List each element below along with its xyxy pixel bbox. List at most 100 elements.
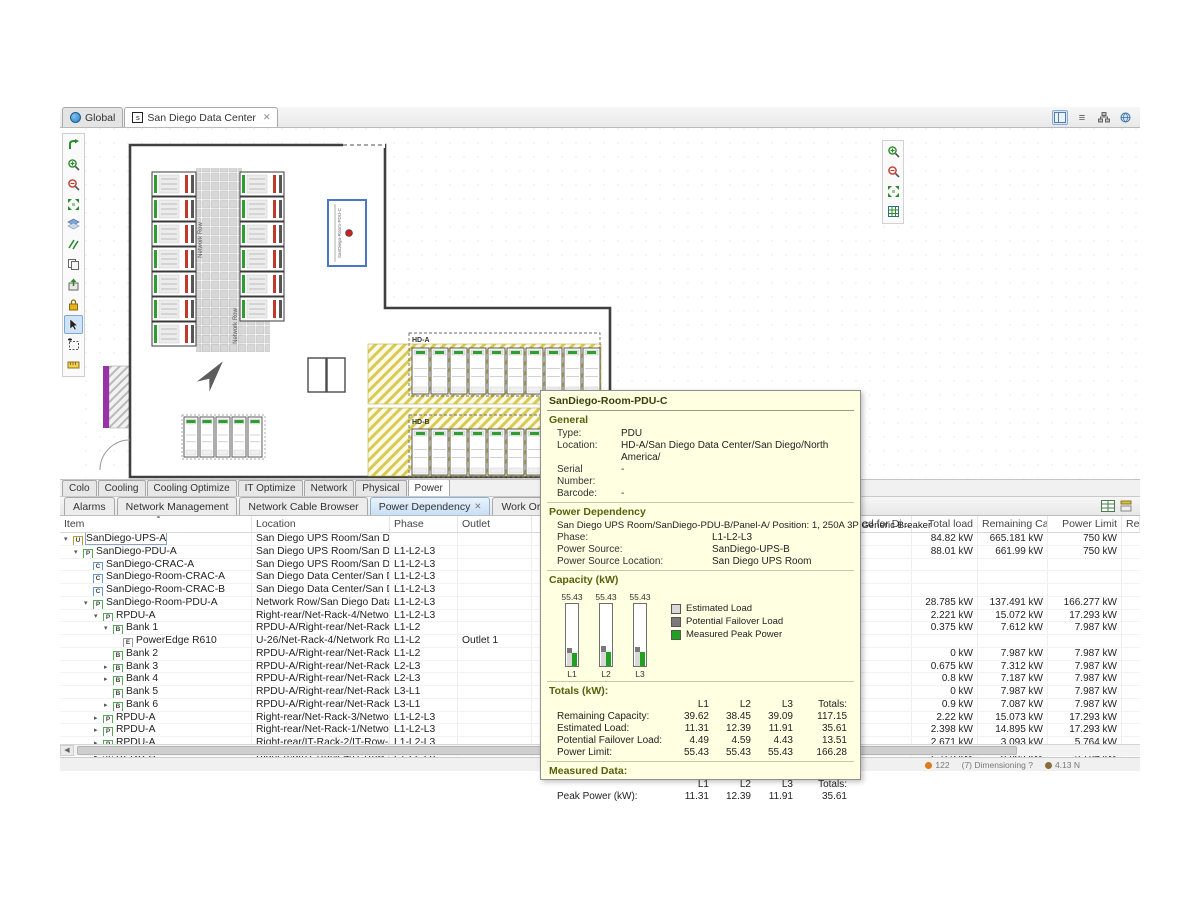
- column-header-location[interactable]: Location: [252, 516, 390, 532]
- tree-expander[interactable]: ▸: [94, 725, 103, 736]
- menu-icon[interactable]: ≡: [1074, 110, 1090, 125]
- close-icon[interactable]: ✕: [474, 501, 481, 512]
- layers-tool-button[interactable]: [64, 215, 83, 234]
- tree-expander[interactable]: ▾: [94, 611, 103, 622]
- column-header-item[interactable]: ▲Item: [60, 516, 252, 532]
- tree-expander[interactable]: ▸: [94, 713, 103, 724]
- column-header-re[interactable]: Re: [1122, 516, 1140, 532]
- power-equipment-unit[interactable]: [564, 348, 581, 394]
- rack[interactable]: [152, 272, 196, 296]
- tree-expander[interactable]: ▸: [104, 700, 113, 711]
- power-equipment-unit[interactable]: [431, 429, 448, 475]
- power-equipment-unit[interactable]: [583, 348, 600, 394]
- power-equipment-unit[interactable]: [184, 417, 198, 457]
- power-equipment-unit[interactable]: [412, 429, 429, 475]
- power-equipment-unit[interactable]: [545, 348, 562, 394]
- power-equipment-unit[interactable]: [248, 417, 262, 457]
- rack[interactable]: [240, 172, 284, 196]
- property-row: Power Source:SanDiego-UPS-B: [549, 544, 852, 556]
- plan-tab-network[interactable]: Network: [304, 480, 355, 496]
- rack[interactable]: [240, 247, 284, 271]
- rack[interactable]: [152, 197, 196, 221]
- power-equipment-unit[interactable]: [507, 348, 524, 394]
- plan-tab-it-optimize[interactable]: IT Optimize: [238, 480, 303, 496]
- column-header-outlet[interactable]: Outlet: [458, 516, 532, 532]
- connections-tool-button[interactable]: [64, 235, 83, 254]
- ruler-tool-button[interactable]: [64, 355, 83, 374]
- fit-to-window-button[interactable]: [884, 182, 903, 201]
- rack[interactable]: [240, 297, 284, 321]
- tree-expander[interactable]: ▾: [74, 547, 83, 558]
- zoom-in-button[interactable]: [884, 142, 903, 161]
- plan-tab-cooling[interactable]: Cooling: [98, 480, 146, 496]
- world-icon[interactable]: [1118, 110, 1134, 125]
- layers-icon: [67, 218, 80, 231]
- tree-expander[interactable]: ▾: [104, 623, 113, 634]
- plan-tab-physical[interactable]: Physical: [355, 480, 406, 496]
- selected-pdu-c[interactable]: SanDiego-Room-PDU-C: [328, 200, 366, 266]
- power-equipment-unit[interactable]: [507, 429, 524, 475]
- tree-expander[interactable]: ▾: [84, 598, 93, 609]
- hierarchy-icon[interactable]: [1096, 110, 1112, 125]
- power-equipment-unit[interactable]: [469, 429, 486, 475]
- panel-tab-network-management[interactable]: Network Management: [117, 497, 238, 515]
- rack[interactable]: [152, 247, 196, 271]
- rack[interactable]: [152, 172, 196, 196]
- rack[interactable]: [240, 222, 284, 246]
- zoom-out-button[interactable]: [884, 162, 903, 181]
- panel-tab-power-dependency[interactable]: Power Dependency✕: [370, 497, 491, 515]
- power-equipment-unit[interactable]: [488, 348, 505, 394]
- zoom-in-tool-button[interactable]: [64, 155, 83, 174]
- marquee-tool-button[interactable]: [64, 335, 83, 354]
- power-equipment-unit[interactable]: [431, 348, 448, 394]
- editor-tab-0[interactable]: Global: [62, 107, 123, 127]
- power-equipment-unit[interactable]: [450, 429, 467, 475]
- power-equipment-unit[interactable]: [216, 417, 230, 457]
- paste-tool-button[interactable]: [64, 275, 83, 294]
- column-header-phase[interactable]: Phase: [390, 516, 458, 532]
- plan-tab-cooling-optimize[interactable]: Cooling Optimize: [147, 480, 237, 496]
- column-header-power-limit[interactable]: Power Limit: [1048, 516, 1122, 532]
- scroll-left-button[interactable]: ◀: [60, 745, 74, 756]
- select-tool-button[interactable]: [64, 315, 83, 334]
- device-type-icon-p: P: [83, 549, 93, 558]
- zoom-out-tool-button[interactable]: [64, 175, 83, 194]
- table-view-icon[interactable]: [1101, 500, 1115, 515]
- copy-tool-button[interactable]: [64, 255, 83, 274]
- tree-expander[interactable]: ▸: [104, 674, 113, 685]
- rack[interactable]: [240, 197, 284, 221]
- bar-max-value: 55.43: [555, 592, 589, 603]
- column-header-remaining-ca-[interactable]: Remaining Ca...: [978, 516, 1048, 532]
- rack[interactable]: [152, 297, 196, 321]
- rack[interactable]: [152, 222, 196, 246]
- legend-swatch: [671, 630, 681, 640]
- rack[interactable]: [240, 272, 284, 296]
- power-equipment-unit[interactable]: [469, 348, 486, 394]
- cell-re: [1122, 610, 1140, 622]
- tree-expander[interactable]: ▸: [104, 662, 113, 673]
- undo-tool-button[interactable]: [64, 135, 83, 154]
- power-equipment-unit[interactable]: [450, 348, 467, 394]
- power-equipment-unit[interactable]: [232, 417, 246, 457]
- cell-dimension: [858, 673, 912, 685]
- power-equipment-unit[interactable]: [412, 348, 429, 394]
- panel-tab-alarms[interactable]: Alarms: [64, 497, 115, 515]
- plan-tab-colo[interactable]: Colo: [62, 480, 97, 496]
- totals-header-row: L1L2L3Totals:: [549, 779, 852, 791]
- phase-label: L1: [555, 669, 589, 679]
- power-equipment-unit[interactable]: [200, 417, 214, 457]
- minimize-icon[interactable]: [1120, 500, 1132, 515]
- lock-tool-button[interactable]: [64, 295, 83, 314]
- rack[interactable]: [152, 322, 196, 346]
- fit-to-window-tool-button[interactable]: [64, 195, 83, 214]
- editor-tab-1[interactable]: sSan Diego Data Center✕: [124, 107, 278, 127]
- plan-tab-power[interactable]: Power: [408, 479, 450, 496]
- grid-view-button[interactable]: [884, 202, 903, 221]
- panel-tab-network-cable-browser[interactable]: Network Cable Browser: [239, 497, 367, 515]
- tree-expander[interactable]: ▾: [64, 534, 73, 545]
- power-equipment-unit[interactable]: [488, 429, 505, 475]
- vestibule-hatch: [109, 366, 130, 428]
- close-icon[interactable]: ✕: [263, 112, 271, 123]
- editor-layout-icon[interactable]: [1052, 110, 1068, 125]
- power-equipment-unit[interactable]: [526, 348, 543, 394]
